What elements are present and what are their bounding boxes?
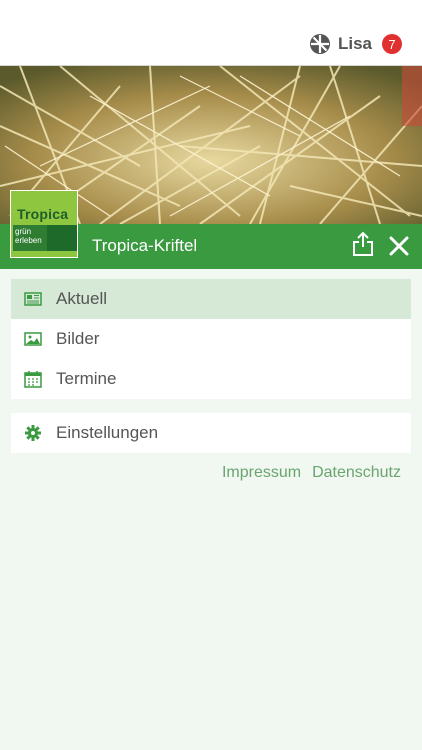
datenschutz-link[interactable]: Datenschutz — [312, 464, 401, 482]
menu-item-termine[interactable]: Termine — [11, 359, 411, 399]
app-title: Tropica-Kriftel — [92, 236, 198, 255]
logo-title: Tropica — [17, 206, 69, 222]
news-icon — [24, 292, 42, 306]
notification-badge: 7 — [382, 34, 402, 54]
logo-leaf-icon — [47, 225, 77, 251]
user-menu[interactable]: Lisa 7 — [309, 33, 402, 55]
settings-menu: Einstellungen — [11, 413, 411, 453]
close-icon[interactable] — [388, 235, 410, 257]
menu-item-aktuell[interactable]: Aktuell — [11, 279, 411, 319]
impressum-link[interactable]: Impressum — [222, 464, 301, 482]
menu-label: Aktuell — [56, 289, 108, 308]
user-name: Lisa — [337, 34, 372, 53]
menu-label: Termine — [56, 369, 117, 388]
menu-label: Bilder — [56, 329, 100, 348]
gear-icon — [25, 425, 41, 441]
menu-item-einstellungen[interactable]: Einstellungen — [11, 413, 411, 453]
tropica-logo: Tropica grün erleben — [10, 190, 78, 258]
calendar-icon — [24, 371, 42, 388]
share-icon[interactable] — [351, 231, 375, 257]
image-icon — [24, 332, 42, 346]
top-bar: Lisa 7 — [0, 0, 422, 66]
footer-links: Impressum Datenschutz — [222, 464, 401, 482]
main-menu: Aktuell Bilder Termine — [11, 279, 411, 399]
user-logo-icon — [309, 34, 330, 54]
menu-item-bilder[interactable]: Bilder — [11, 319, 411, 359]
logo-subtitle: grün erleben — [13, 225, 47, 251]
menu-label: Einstellungen — [56, 423, 159, 442]
